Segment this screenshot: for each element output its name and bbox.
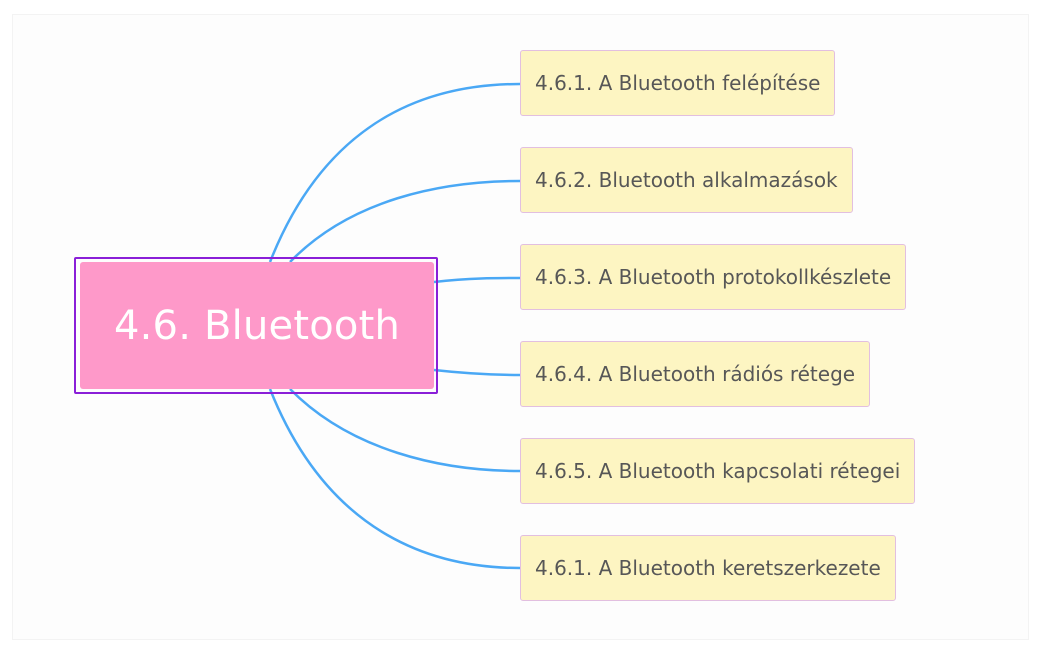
subtopic-label: 4.6.4. A Bluetooth rádiós rétege — [535, 362, 856, 386]
subtopic-4-6-4-radios-retege[interactable]: 4.6.4. A Bluetooth rádiós rétege — [520, 341, 871, 407]
subtopic-4-6-3-protokollkeszlete[interactable]: 4.6.3. A Bluetooth protokollkészlete — [520, 244, 907, 310]
subtopic-label: 4.6.1. A Bluetooth keretszerkezete — [535, 556, 881, 580]
subtopic-label: 4.6.5. A Bluetooth kapcsolati rétegei — [535, 459, 901, 483]
subtopic-4-6-5-kapcsolati-retegei[interactable]: 4.6.5. A Bluetooth kapcsolati rétegei — [520, 438, 916, 504]
subtopic-4-6-2-alkalmazasok[interactable]: 4.6.2. Bluetooth alkalmazások — [520, 147, 853, 213]
root-topic-label: 4.6. Bluetooth — [113, 302, 401, 349]
subtopic-4-6-1-felepitese[interactable]: 4.6.1. A Bluetooth felépítése — [520, 50, 836, 116]
subtopic-label: 4.6.3. A Bluetooth protokollkészlete — [535, 265, 892, 289]
subtopic-label: 4.6.1. A Bluetooth felépítése — [535, 71, 821, 95]
subtopic-label: 4.6.2. Bluetooth alkalmazások — [535, 168, 838, 192]
root-topic[interactable]: 4.6. Bluetooth — [80, 262, 434, 389]
subtopic-4-6-1-keretszerkezete[interactable]: 4.6.1. A Bluetooth keretszerkezete — [520, 535, 896, 601]
